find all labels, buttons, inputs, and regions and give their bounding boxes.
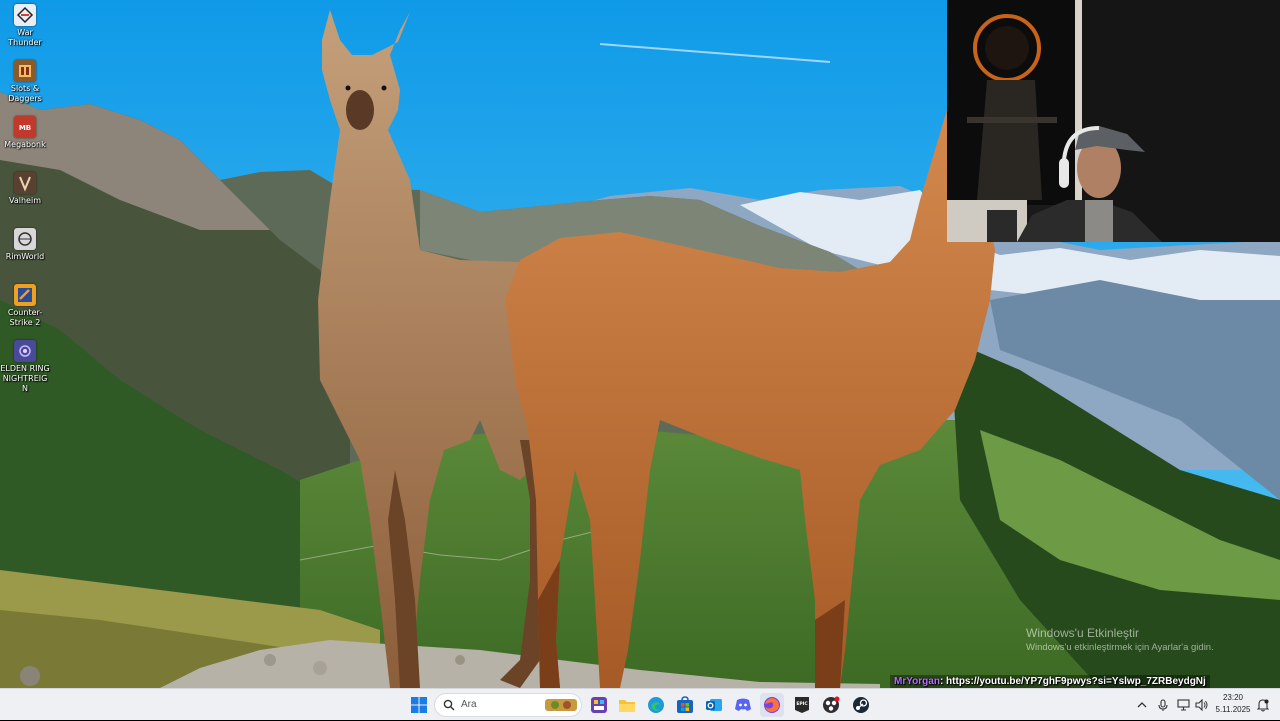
notification-bell-icon (1257, 698, 1269, 712)
elden-ring-nightreign-icon (14, 340, 36, 362)
widgets-icon (591, 697, 607, 713)
edge-button[interactable] (644, 693, 668, 717)
desktop-icon-counter-strike-2[interactable]: Counter-Strike 2 (0, 284, 50, 328)
clock-time: 23:20 (1222, 693, 1244, 702)
speaker-icon (1194, 699, 1207, 711)
taskbar-search[interactable]: Ara (434, 693, 582, 717)
widgets-button[interactable] (587, 693, 611, 717)
microsoft-store-button[interactable] (673, 693, 697, 717)
desktop-icon-slots-daggers[interactable]: Slots & Daggers (0, 60, 50, 104)
epic-games-button[interactable]: EPIC (790, 693, 814, 717)
windows-start-icon (411, 697, 427, 713)
slots-daggers-icon (14, 60, 36, 82)
activate-windows-title: Windows'u Etkinleştir (1026, 626, 1139, 640)
desktop-icon-megabonk[interactable]: MB Megabonk (0, 116, 50, 150)
file-explorer-icon (619, 700, 635, 712)
outlook-button[interactable] (702, 693, 726, 717)
search-icon (443, 699, 455, 711)
obs-button[interactable] (819, 693, 843, 717)
epic-games-icon: EPIC (795, 697, 809, 713)
start-button[interactable] (407, 693, 431, 717)
desktop-icon-label: Slots & Daggers (8, 84, 42, 103)
desktop-icon-label: Counter-Strike 2 (7, 308, 43, 327)
obs-icon (823, 696, 840, 713)
rimworld-icon (14, 228, 36, 250)
show-hidden-icons-button[interactable] (1134, 689, 1150, 721)
desktop-icon-label: War Thunder (8, 28, 42, 47)
edge-icon (648, 697, 664, 713)
steam-icon (853, 697, 869, 713)
desktop-icon-elden-ring-nightreign[interactable]: ELDEN RING NIGHTREIGN (0, 340, 50, 394)
activate-windows-watermark: Windows'u Etkinleştir Windows'u etkinleş… (1026, 626, 1214, 654)
notifications-button[interactable] (1255, 689, 1271, 721)
war-thunder-icon (14, 4, 36, 26)
firefox-icon (764, 697, 780, 713)
network-icon (1176, 699, 1190, 711)
search-highlight-icon (545, 699, 577, 711)
svg-text:MB: MB (19, 124, 31, 132)
chat-message: : https://youtu.be/YP7ghF9pwys?si=Yslwp_… (939, 676, 1206, 687)
firefox-button[interactable] (760, 693, 784, 717)
steam-button[interactable] (849, 693, 873, 717)
network-button[interactable] (1175, 689, 1191, 721)
microsoft-store-icon (677, 696, 693, 713)
desktop-icon-rimworld[interactable]: RimWorld (0, 228, 50, 262)
clock-date: 5.11.2025 (1215, 705, 1251, 714)
desktop-icon-label: ELDEN RING NIGHTREIGN (0, 364, 50, 393)
desktop-icon-label: RimWorld (5, 252, 45, 261)
volume-button[interactable] (1193, 689, 1209, 721)
chevron-up-icon (1137, 702, 1147, 708)
microphone-icon (1158, 698, 1168, 711)
chat-overlay: MrYorgan: https://youtu.be/YP7ghF9pwys?s… (890, 675, 1210, 688)
taskbar: Ara EPIC 23:20 5.11.2025 (0, 688, 1280, 720)
outlook-icon (706, 699, 722, 711)
desktop-icon-valheim[interactable]: Valheim (0, 172, 50, 206)
webcam-overlay (947, 0, 1280, 242)
chat-username: MrYorgan (894, 676, 940, 687)
activate-windows-subtitle: Windows'u etkinleştirmek için Ayarlar'a … (1026, 642, 1214, 653)
megabonk-icon: MB (14, 116, 36, 138)
file-explorer-button[interactable] (615, 693, 639, 717)
discord-icon (735, 698, 751, 711)
search-placeholder: Ara (461, 699, 477, 710)
taskbar-clock[interactable]: 23:20 5.11.2025 (1212, 692, 1254, 716)
desktop-icon-war-thunder[interactable]: War Thunder (0, 4, 50, 48)
svg-text:EPIC: EPIC (796, 701, 808, 707)
discord-button[interactable] (731, 693, 755, 717)
microphone-button[interactable] (1155, 689, 1171, 721)
desktop-icon-label: Megabonk (4, 140, 46, 149)
desktop-icon-label: Valheim (9, 196, 41, 205)
valheim-icon (14, 172, 36, 194)
counter-strike-2-icon (14, 284, 36, 306)
